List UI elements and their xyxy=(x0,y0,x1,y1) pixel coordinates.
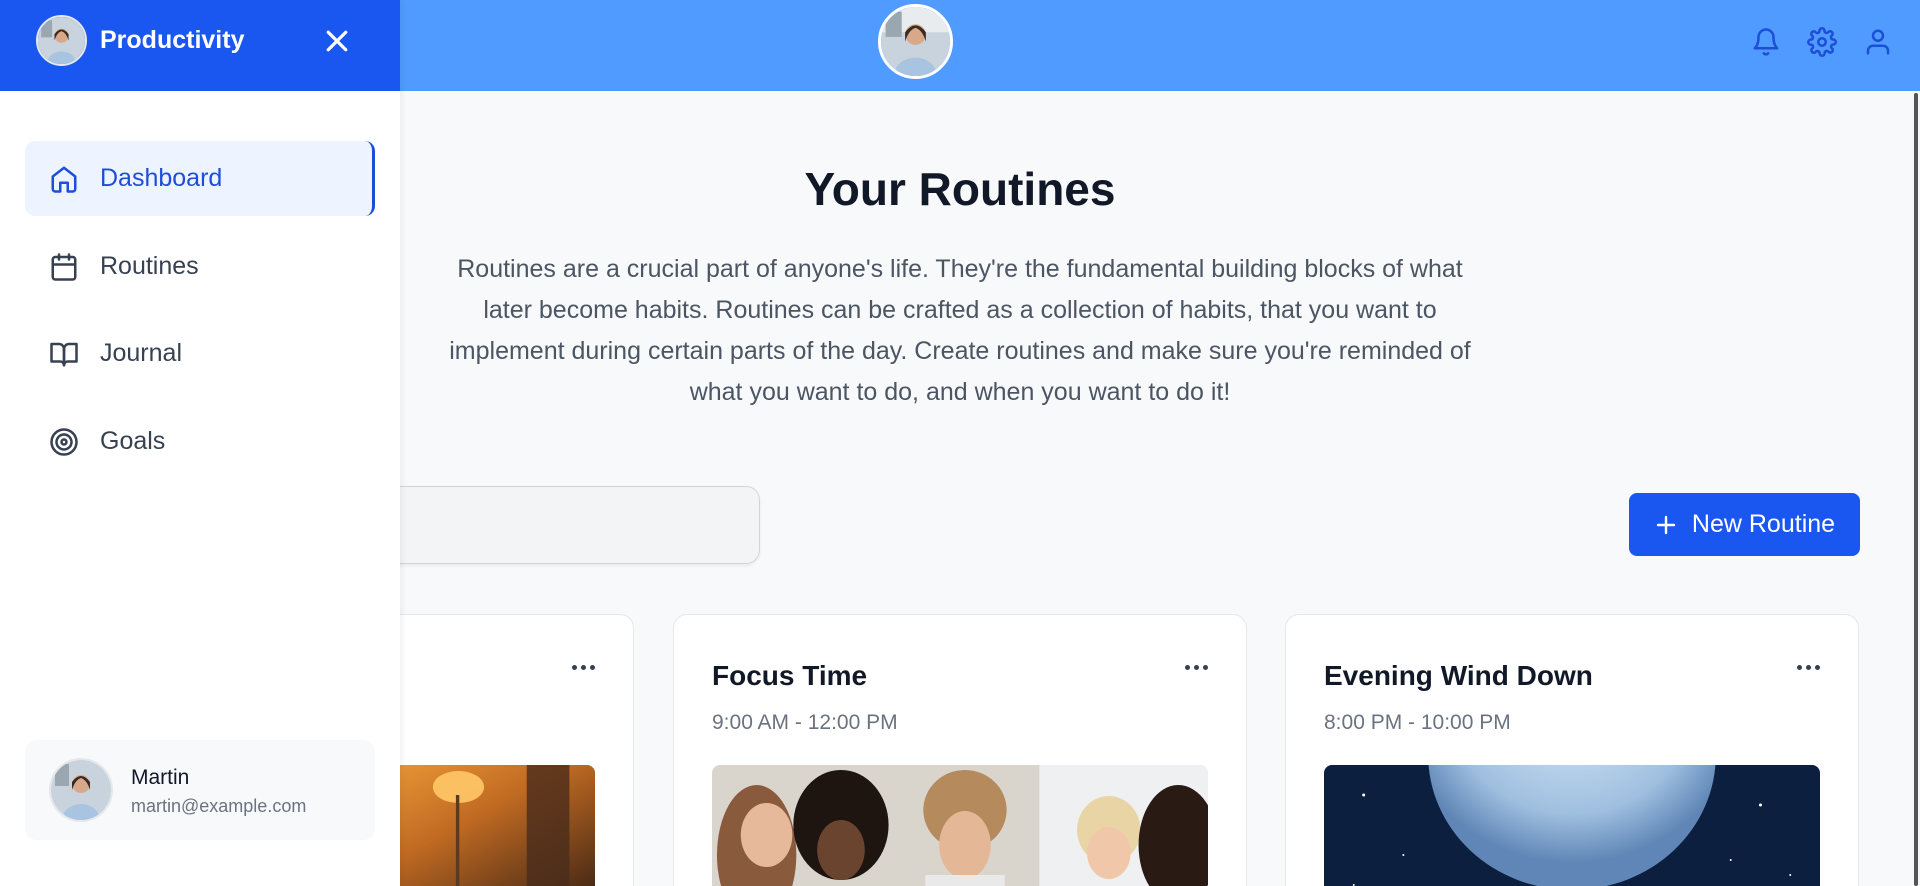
more-options-icon[interactable] xyxy=(565,655,601,679)
user-email: martin@example.com xyxy=(131,796,307,816)
close-icon xyxy=(326,30,348,52)
routine-card-time: 9:00 AM - 12:00 PM xyxy=(712,711,898,734)
sidebar-header: Productivity xyxy=(0,0,400,91)
routine-card[interactable]: Focus Time 9:00 AM - 12:00 PM xyxy=(673,614,1247,886)
bell-icon[interactable] xyxy=(1738,14,1794,70)
routine-card-title: Focus Time xyxy=(712,660,868,691)
more-options-icon[interactable] xyxy=(1178,655,1214,679)
routine-card-image xyxy=(712,765,1208,886)
user-icon[interactable] xyxy=(1850,14,1906,70)
user-name: Martin xyxy=(131,766,190,789)
more-options-icon[interactable] xyxy=(1790,655,1826,679)
routine-card-title: Evening Wind Down xyxy=(1324,660,1593,691)
sidebar: Productivity Dashboard Routines Journal … xyxy=(0,0,400,886)
sidebar-item-label: Journal xyxy=(100,339,182,367)
gear-icon[interactable] xyxy=(1794,14,1850,70)
user-profile-card[interactable]: Martin martin@example.com xyxy=(25,740,375,840)
search-input[interactable] xyxy=(380,486,760,564)
header-actions xyxy=(1738,0,1920,83)
new-routine-button[interactable]: New Routine xyxy=(1629,493,1860,556)
page-description: Routines are a crucial part of anyone's … xyxy=(449,255,1471,406)
book-icon xyxy=(50,342,78,366)
sidebar-item-label: Dashboard xyxy=(100,164,223,192)
sidebar-item-label: Goals xyxy=(100,427,166,455)
routine-card-image xyxy=(1324,765,1820,886)
close-sidebar-button[interactable] xyxy=(318,22,356,60)
sidebar-item-routines[interactable]: Routines xyxy=(25,229,375,304)
sidebar-item-goals[interactable]: Goals xyxy=(25,404,375,479)
page-title: Your Routines xyxy=(804,163,1116,215)
home-icon xyxy=(51,166,77,193)
target-icon xyxy=(50,427,78,456)
header-avatar[interactable] xyxy=(878,4,953,79)
sidebar-item-label: Routines xyxy=(100,252,199,280)
routine-card-time: 8:00 PM - 10:00 PM xyxy=(1324,711,1511,734)
sidebar-item-dashboard[interactable]: Dashboard xyxy=(25,141,375,216)
routine-card[interactable]: Evening Wind Down 8:00 PM - 10:00 PM xyxy=(1285,614,1859,886)
brand-name: Productivity xyxy=(100,26,245,54)
avatar xyxy=(49,758,113,822)
new-routine-label: New Routine xyxy=(1691,510,1836,538)
avatar-photo xyxy=(881,7,950,76)
brand-avatar xyxy=(36,15,87,66)
plus-icon xyxy=(1656,515,1676,534)
sidebar-item-journal[interactable]: Journal xyxy=(25,316,375,391)
calendar-icon xyxy=(51,252,77,281)
page-scrollbar[interactable] xyxy=(1914,93,1918,886)
